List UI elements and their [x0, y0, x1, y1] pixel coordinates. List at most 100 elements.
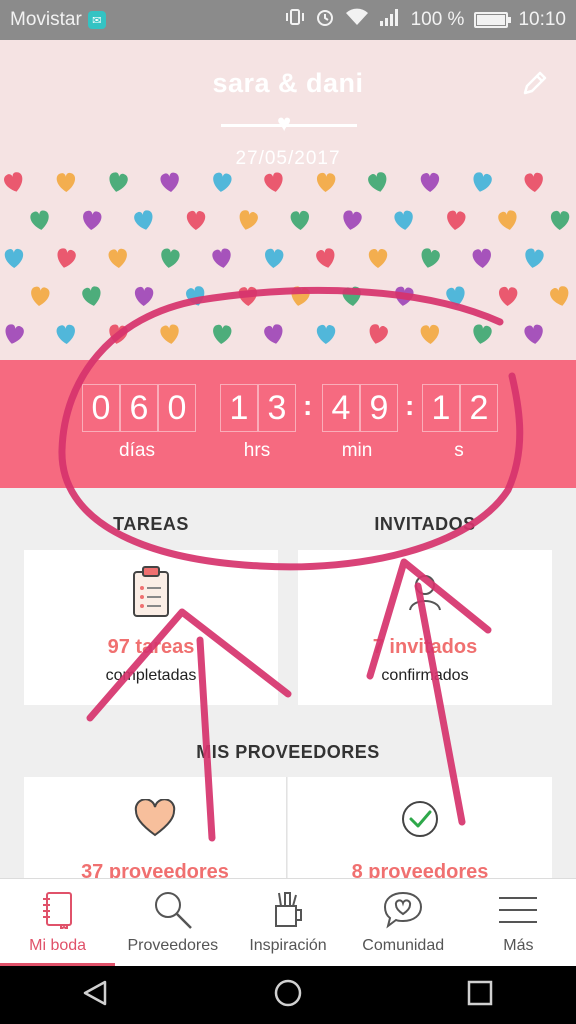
decor-heart-icon — [265, 248, 284, 268]
nav-label: Más — [503, 937, 534, 954]
decor-heart-icon — [5, 324, 24, 344]
carrier-label: Movistar — [10, 9, 82, 30]
hours-label: hrs — [243, 440, 271, 461]
status-bar: Movistar ✉ 100 % 10:10 — [0, 0, 576, 40]
days-digit: 6 — [120, 384, 158, 432]
decor-heart-icon — [498, 210, 517, 230]
decor-heart-icon — [57, 248, 76, 268]
decor-heart-icon — [238, 286, 257, 306]
decor-heart-icon — [56, 324, 75, 344]
wedding-date: 27/05/2017 — [235, 148, 341, 169]
decor-heart-icon — [264, 324, 283, 344]
guests-card[interactable]: 7 invitados confirmados — [298, 550, 552, 705]
decor-heart-icon — [186, 210, 206, 230]
decor-heart-icon — [446, 286, 465, 306]
minutes-digit: 4 — [322, 384, 360, 432]
nav-label: Inspiración — [249, 937, 327, 954]
heart-divider-icon: ♥ — [277, 110, 292, 137]
decor-heart-icon — [4, 248, 24, 268]
edit-button[interactable] — [518, 66, 552, 100]
wifi-icon — [345, 7, 369, 33]
guests-icon — [400, 572, 450, 617]
decor-heart-icon — [420, 172, 440, 192]
back-icon[interactable] — [81, 978, 111, 1013]
decor-heart-icon — [473, 172, 492, 192]
nav-inspiracion[interactable]: Inspiración — [230, 879, 345, 966]
decor-heart-icon — [473, 324, 492, 344]
title-divider: ♥ — [221, 112, 357, 136]
vendors-hired-card[interactable]: 8 proveedores — [288, 777, 552, 887]
days-digit: 0 — [82, 384, 120, 432]
decor-heart-icon — [212, 248, 231, 268]
nav-mas[interactable]: Más — [461, 879, 576, 966]
nav-mi-boda[interactable]: Mi boda — [0, 879, 116, 966]
tasks-subtitle: completadas — [105, 667, 197, 684]
menu-icon — [497, 889, 539, 931]
decor-heart-icon — [369, 324, 388, 344]
decor-heart-icon — [551, 210, 570, 230]
decor-heart-icon — [524, 324, 543, 344]
bottom-navigation: Mi boda Proveedores Inspiración Comunida… — [0, 878, 576, 966]
decor-heart-icon — [394, 210, 413, 230]
seconds-digit: 1 — [422, 384, 460, 432]
decor-heart-icon — [109, 172, 128, 192]
brush-cup-icon — [271, 889, 305, 931]
decor-heart-icon — [316, 324, 336, 344]
decor-heart-icon — [213, 172, 232, 192]
decor-heart-icon — [342, 286, 361, 306]
decor-heart-icon — [30, 210, 49, 230]
decor-heart-icon — [524, 172, 543, 192]
nav-proveedores[interactable]: Proveedores — [115, 879, 230, 966]
hours-digit: 1 — [220, 384, 258, 432]
decor-heart-icon — [109, 324, 128, 344]
days-label: días — [119, 440, 155, 461]
home-icon[interactable] — [273, 978, 303, 1013]
decor-heart-icon — [317, 172, 336, 192]
vendors-title: MIS PROVEEDORES — [196, 742, 380, 762]
decor-heart-icon — [82, 286, 101, 306]
wedding-header: sara & dani ♥ 27/05/2017 — [0, 40, 576, 360]
decor-heart-icon — [4, 172, 23, 192]
tasks-title: TAREAS — [113, 514, 189, 534]
vendors-favorites-card[interactable]: 37 proveedores — [24, 777, 287, 887]
decor-heart-icon — [343, 210, 362, 230]
hours-digit: 3 — [258, 384, 296, 432]
seconds-digit: 2 — [460, 384, 498, 432]
magnifier-icon — [151, 889, 195, 931]
decor-heart-icon — [239, 210, 258, 230]
decor-heart-icon — [160, 324, 179, 344]
nav-label: Mi boda — [29, 937, 87, 954]
nav-label: Comunidad — [362, 937, 445, 954]
decor-heart-icon — [290, 210, 309, 230]
decor-heart-icon — [368, 248, 388, 268]
clipboard-icon — [131, 566, 171, 623]
decor-heart-icon — [368, 172, 387, 192]
days-digit: 0 — [158, 384, 196, 432]
decor-heart-icon — [108, 248, 127, 268]
decor-heart-icon — [447, 210, 466, 230]
tasks-count: 97 tareas — [107, 636, 195, 658]
system-navigation-bar — [0, 966, 576, 1024]
nav-comunidad[interactable]: Comunidad — [346, 879, 461, 966]
alarm-icon — [315, 7, 335, 33]
vibrate-icon — [285, 7, 305, 33]
decor-heart-icon — [550, 286, 569, 306]
notebook-icon — [41, 889, 75, 931]
countdown: 0 6 0 1 3 : 4 9 : 1 2 días hrs min s — [0, 360, 576, 488]
minutes-digit: 9 — [360, 384, 398, 432]
minutes-label: min — [341, 440, 373, 461]
seconds-label: s — [454, 440, 464, 461]
couple-names: sara & dani — [212, 68, 364, 98]
time-separator: : — [303, 390, 313, 421]
app-notification-icon: ✉ — [87, 11, 106, 29]
decor-heart-icon — [134, 210, 153, 230]
decor-heart-icon — [420, 324, 439, 344]
decor-heart-icon — [56, 172, 75, 192]
battery-icon — [474, 12, 512, 28]
tasks-card[interactable]: 97 tareas completadas — [24, 550, 278, 705]
decor-heart-icon — [264, 172, 283, 192]
check-circle-icon — [400, 799, 440, 844]
recents-icon[interactable] — [465, 978, 495, 1013]
decor-heart-icon — [135, 286, 154, 306]
decor-heart-icon — [525, 248, 544, 268]
